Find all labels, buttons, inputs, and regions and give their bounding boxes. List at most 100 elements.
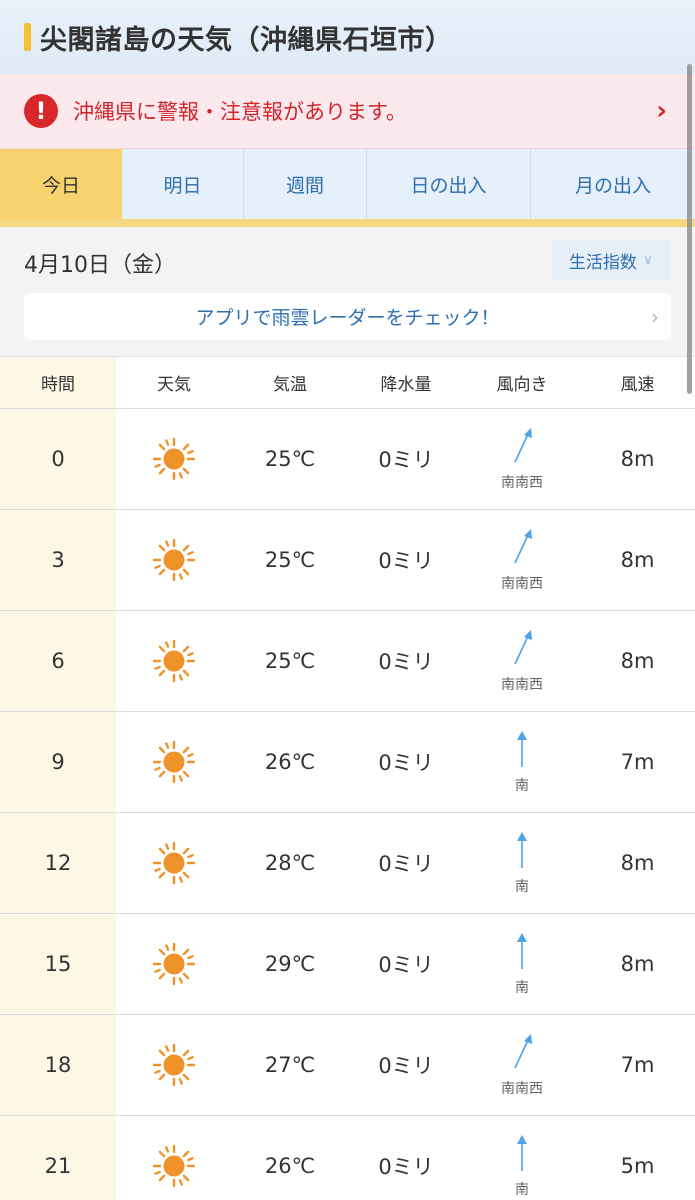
- row-time: 0: [0, 409, 116, 509]
- row-precipitation: 0ミリ: [378, 953, 434, 977]
- row-precipitation: 0ミリ: [378, 448, 434, 472]
- sunny-icon: [116, 1116, 232, 1200]
- sunny-icon: [116, 510, 232, 610]
- row-wind-direction: 南: [464, 813, 580, 913]
- wind-direction-label: 南南西: [501, 677, 543, 693]
- row-wind-direction: 南: [464, 914, 580, 1014]
- table-row: 0 25℃ 0ミリ 南南西 8m: [0, 409, 695, 510]
- row-wind-speed: 8m: [620, 447, 655, 471]
- hourly-forecast-table: 時間 天気 気温 降水量 風向き 風速 0 25℃ 0ミリ 南南西 8m 3 2…: [0, 357, 695, 1200]
- row-wind-direction: 南: [464, 1116, 580, 1200]
- tab-weekly[interactable]: 週間: [244, 149, 367, 219]
- row-precipitation: 0ミリ: [378, 1054, 434, 1078]
- row-precipitation: 0ミリ: [378, 650, 434, 674]
- wind-direction-label: 南: [515, 1182, 529, 1198]
- sunny-icon: [116, 813, 232, 913]
- rain-radar-label: アプリで雨雲レーダーをチェック！: [195, 307, 500, 329]
- row-time: 21: [0, 1116, 116, 1200]
- chevron-down-icon: ∨: [642, 252, 654, 268]
- chevron-right-icon: ›: [656, 96, 667, 126]
- wind-direction-label: 南南西: [501, 1081, 543, 1097]
- sunny-icon: [116, 409, 232, 509]
- row-temperature: 28℃: [264, 851, 316, 875]
- life-index-label: 生活指数: [568, 252, 637, 273]
- row-time: 9: [0, 712, 116, 812]
- wind-arrow-icon: [507, 830, 537, 874]
- scrollbar[interactable]: [687, 64, 692, 394]
- wind-direction-label: 南南西: [501, 475, 543, 491]
- row-time: 15: [0, 914, 116, 1014]
- row-temperature: 25℃: [264, 649, 316, 673]
- header-temperature: 気温: [273, 375, 307, 395]
- row-temperature: 25℃: [264, 447, 316, 471]
- row-wind-speed: 5m: [620, 1154, 655, 1178]
- row-time: 3: [0, 510, 116, 610]
- header-weather: 天気: [157, 375, 191, 395]
- row-wind-direction: 南: [464, 712, 580, 812]
- date-label: 4月10日（金）: [24, 253, 176, 278]
- wind-arrow-icon: [507, 628, 537, 672]
- row-wind-speed: 8m: [620, 649, 655, 673]
- row-temperature: 29℃: [264, 952, 316, 976]
- page-title: 尖閣諸島の天気（沖縄県石垣市）: [40, 24, 453, 56]
- rain-radar-app-button[interactable]: アプリで雨雲レーダーをチェック！ ›: [24, 293, 671, 340]
- life-index-button[interactable]: 生活指数 ∨: [552, 240, 670, 280]
- row-wind-direction: 南南西: [464, 611, 580, 711]
- row-temperature: 25℃: [264, 548, 316, 572]
- tab-bar: 今日 明日 週間 日の出入 月の出入: [0, 149, 695, 227]
- sunny-icon: [116, 611, 232, 711]
- alert-text: 沖縄県に警報・注意報があります。: [73, 100, 407, 124]
- row-wind-direction: 南南西: [464, 510, 580, 610]
- header-time: 時間: [0, 357, 116, 408]
- row-wind-speed: 8m: [620, 952, 655, 976]
- wind-arrow-icon: [507, 931, 537, 975]
- header-wind-direction: 風向き: [496, 375, 548, 395]
- sunny-icon: [116, 914, 232, 1014]
- wind-arrow-icon: [507, 729, 537, 773]
- row-precipitation: 0ミリ: [378, 751, 434, 775]
- row-time: 18: [0, 1015, 116, 1115]
- warning-alert-banner[interactable]: ! 沖縄県に警報・注意報があります。 ›: [0, 74, 695, 149]
- row-temperature: 26℃: [264, 750, 316, 774]
- table-row: 6 25℃ 0ミリ 南南西 8m: [0, 611, 695, 712]
- table-row: 3 25℃ 0ミリ 南南西 8m: [0, 510, 695, 611]
- row-time: 12: [0, 813, 116, 913]
- row-wind-direction: 南南西: [464, 409, 580, 509]
- table-row: 21 26℃ 0ミリ 南 5m: [0, 1116, 695, 1200]
- page-header: 尖閣諸島の天気（沖縄県石垣市）: [0, 0, 695, 74]
- row-precipitation: 0ミリ: [378, 1155, 434, 1179]
- row-precipitation: 0ミリ: [378, 852, 434, 876]
- row-temperature: 26℃: [264, 1154, 316, 1178]
- header-accent-bar: [24, 23, 31, 51]
- table-row: 12 28℃ 0ミリ 南 8m: [0, 813, 695, 914]
- tab-moonrise-moonset[interactable]: 月の出入: [531, 149, 695, 219]
- tab-tomorrow[interactable]: 明日: [122, 149, 244, 219]
- wind-arrow-icon: [507, 1133, 537, 1177]
- wind-direction-label: 南: [515, 980, 529, 996]
- wind-arrow-icon: [507, 426, 537, 470]
- wind-arrow-icon: [507, 1032, 537, 1076]
- table-row: 9 26℃ 0ミリ 南 7m: [0, 712, 695, 813]
- tab-today[interactable]: 今日: [0, 149, 122, 219]
- wind-direction-label: 南南西: [501, 576, 543, 592]
- header-precipitation: 降水量: [380, 375, 432, 395]
- row-wind-direction: 南南西: [464, 1015, 580, 1115]
- chevron-right-icon: ›: [651, 304, 659, 329]
- wind-arrow-icon: [507, 527, 537, 571]
- table-header-row: 時間 天気 気温 降水量 風向き 風速: [0, 357, 695, 409]
- row-wind-speed: 8m: [620, 851, 655, 875]
- row-temperature: 27℃: [264, 1053, 316, 1077]
- header-wind-speed: 風速: [620, 375, 655, 395]
- row-wind-speed: 7m: [620, 750, 655, 774]
- row-wind-speed: 8m: [620, 548, 655, 572]
- row-wind-speed: 7m: [620, 1053, 655, 1077]
- tab-sunrise-sunset[interactable]: 日の出入: [367, 149, 531, 219]
- wind-direction-label: 南: [515, 778, 529, 794]
- table-row: 18 27℃ 0ミリ 南南西 7m: [0, 1015, 695, 1116]
- date-bar: 4月10日（金） 生活指数 ∨ アプリで雨雲レーダーをチェック！ ›: [0, 227, 695, 357]
- exclamation-icon: !: [24, 94, 58, 128]
- sunny-icon: [116, 712, 232, 812]
- wind-direction-label: 南: [515, 879, 529, 895]
- sunny-icon: [116, 1015, 232, 1115]
- table-row: 15 29℃ 0ミリ 南 8m: [0, 914, 695, 1015]
